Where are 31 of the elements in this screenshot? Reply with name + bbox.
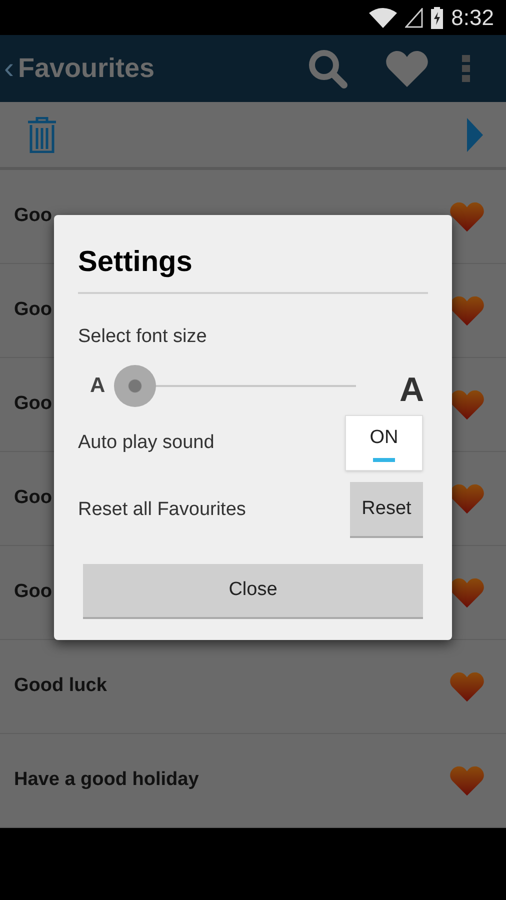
trash-icon[interactable]: [27, 116, 57, 152]
signal-icon: [405, 8, 424, 28]
small-font-label: A: [90, 373, 106, 400]
large-font-label: A: [399, 370, 424, 410]
clock-time: 8:32: [451, 4, 494, 32]
close-button[interactable]: Close: [83, 564, 423, 619]
heart-icon[interactable]: [450, 202, 484, 232]
overflow-menu-icon[interactable]: [462, 54, 470, 82]
heart-icon[interactable]: [450, 390, 484, 420]
phrase-text: Goo: [14, 580, 52, 604]
wifi-icon: [369, 8, 398, 28]
setting-label: Auto play sound: [78, 430, 214, 455]
phrase-text: Have a good holiday: [14, 768, 199, 792]
phrase-text: Goo: [14, 298, 52, 322]
setting-label: Reset all Favourites: [78, 498, 246, 522]
battery-icon: [431, 6, 444, 28]
auto-play-toggle[interactable]: ON: [345, 415, 423, 471]
screen-title: Favourites: [18, 52, 155, 86]
search-icon[interactable]: [308, 48, 348, 88]
phrase-text: Goo: [14, 486, 52, 510]
setting-label: Select font size: [78, 325, 208, 349]
play-arrow-icon[interactable]: [467, 118, 483, 152]
heart-icon[interactable]: [450, 296, 484, 326]
phrase-text: Good luck: [14, 674, 107, 698]
heart-icon[interactable]: [450, 484, 484, 514]
phrase-text: Goo: [14, 392, 52, 416]
reset-button[interactable]: Reset: [350, 482, 423, 538]
dialog-title: Settings: [78, 245, 194, 280]
phrase-text: Goo: [14, 204, 52, 228]
slider-thumb[interactable]: [114, 365, 156, 407]
heart-icon[interactable]: [450, 578, 484, 608]
